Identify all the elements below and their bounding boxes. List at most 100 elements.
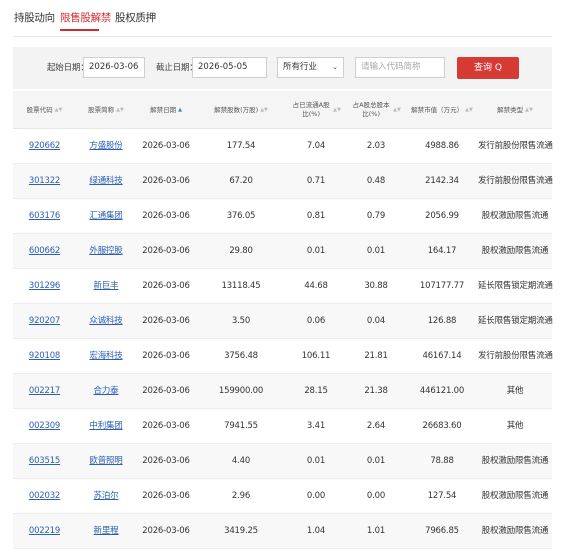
unlock-type-cell: 股权激励限售流通 <box>481 456 549 466</box>
table-row: 920108 宏海科技 2026-03-06 3756.48 106.11 21.81 46… <box>13 339 553 374</box>
tab-restricted-unlock[interactable]: 限售股解禁 <box>60 10 111 25</box>
total-ratio-cell: 21.38 <box>364 386 388 396</box>
stock-search-input[interactable]: 请输入代码简称 <box>355 57 445 78</box>
stock-name-link[interactable]: 欧普照明 <box>76 444 136 479</box>
table-row: 603515 欧普照明 2026-03-06 4.40 0.01 0.01 78.88 股权激… <box>13 444 552 479</box>
header-stock-name[interactable]: 股票简称 ▲▼ <box>76 91 136 129</box>
header-label: 解禁股数(万股) <box>214 105 259 114</box>
unlock-date-cell: 2026-03-06 <box>142 351 190 361</box>
stock-code-link[interactable]: 920207 <box>13 304 76 339</box>
unlock-date-cell: 2026-03-06 <box>142 176 190 186</box>
unlock-type-cell: 发行前股份限售流通 <box>478 351 553 361</box>
unlock-value-cell: 7966.85 <box>425 526 459 536</box>
header-total-ratio[interactable]: 占A股总股本比(%) ▲▼ <box>346 91 406 129</box>
stock-name-link[interactable]: 苏泊尔 <box>76 479 136 514</box>
stock-code-link[interactable]: 002217 <box>13 374 76 409</box>
stock-name-link[interactable]: 汇通集团 <box>76 199 136 234</box>
stock-code-link[interactable]: 002032 <box>13 479 76 514</box>
industry-select-value: 所有行业 <box>283 62 318 72</box>
header-label: 解禁市值（万元） <box>411 105 464 114</box>
float-ratio-cell: 1.04 <box>306 526 326 536</box>
table-row: 002219 新里程 2026-03-06 3419.25 1.04 1.01 7966.8… <box>13 514 552 549</box>
stock-code-link[interactable]: 603176 <box>13 199 76 234</box>
float-ratio-cell: 0.81 <box>306 211 326 221</box>
stock-name-link[interactable]: 中利集团 <box>76 409 136 444</box>
stock-code-link[interactable]: 600662 <box>13 234 76 269</box>
unlock-shares-cell: 3756.48 <box>224 351 258 361</box>
total-ratio-cell: 0.79 <box>366 211 386 221</box>
unlock-date-cell: 2026-03-06 <box>142 386 190 396</box>
unlock-shares-cell: 376.05 <box>226 211 256 221</box>
float-ratio-cell: 0.01 <box>306 456 326 466</box>
unlock-type-cell: 延长限售锁定期流通 <box>478 316 553 326</box>
unlock-type-cell: 股权激励限售流通 <box>481 491 549 501</box>
unlock-date-cell: 2026-03-06 <box>142 526 190 536</box>
header-float-ratio[interactable]: 占已流通A股比(%) ▲▼ <box>286 91 346 129</box>
header-unlock-date[interactable]: 解禁日期 ▲ <box>136 91 196 129</box>
unlock-shares-cell: 7941.55 <box>224 421 258 431</box>
stock-name-link[interactable]: 方盛股份 <box>76 129 136 164</box>
unlock-value-cell: 446121.00 <box>419 386 465 396</box>
sort-icon: ▲▼ <box>393 106 401 113</box>
stock-name-link[interactable]: 合力泰 <box>76 374 136 409</box>
stock-code-link[interactable]: 920108 <box>13 339 76 374</box>
tab-equity-pledge[interactable]: 股权质押 <box>115 10 156 25</box>
unlock-type-cell: 发行前股份限售流通 <box>478 176 553 186</box>
start-date-input[interactable]: 2026-03-06 <box>83 57 145 78</box>
unlock-date-cell: 2026-03-06 <box>142 281 190 291</box>
stock-code-link[interactable]: 002309 <box>13 409 76 444</box>
unlock-type-cell: 延长限售锁定期流通 <box>478 281 553 291</box>
stock-code-link[interactable]: 603515 <box>13 444 76 479</box>
header-label: 解禁类型 <box>497 105 524 114</box>
total-ratio-cell: 1.01 <box>366 526 386 536</box>
total-ratio-cell: 0.48 <box>366 176 386 186</box>
header-unlock-value[interactable]: 解禁市值（万元） ▲▼ <box>406 91 478 129</box>
unlock-value-cell: 2142.34 <box>425 176 459 186</box>
total-ratio-cell: 21.81 <box>364 351 388 361</box>
unlock-value-cell: 26683.60 <box>422 421 462 431</box>
table-row: 002032 苏泊尔 2026-03-06 2.96 0.00 0.00 127.54 股权激… <box>13 479 552 514</box>
unlock-type-cell: 发行前股份限售流通 <box>478 141 553 151</box>
header-unlock-shares[interactable]: 解禁股数(万股) ▲▼ <box>196 91 286 129</box>
table-row: 301322 绿通科技 2026-03-06 67.20 0.71 0.48 2142.34… <box>13 164 553 199</box>
unlock-shares-cell: 177.54 <box>226 141 256 151</box>
float-ratio-cell: 28.15 <box>304 386 328 396</box>
unlock-value-cell: 127.54 <box>427 491 457 501</box>
stock-code-link[interactable]: 301296 <box>13 269 76 304</box>
tab-divider <box>13 36 552 37</box>
stock-name-link[interactable]: 众诚科技 <box>76 304 136 339</box>
tab-holdings[interactable]: 持股动向 <box>14 10 55 25</box>
unlock-type-cell: 股权激励限售流通 <box>481 526 549 536</box>
industry-select[interactable]: 所有行业 ⌄ <box>277 57 344 78</box>
stock-name-link[interactable]: 新巨丰 <box>76 269 136 304</box>
stock-name-link[interactable]: 新里程 <box>76 514 136 549</box>
header-unlock-type[interactable]: 解禁类型 ▲▼ <box>478 91 552 129</box>
float-ratio-cell: 3.41 <box>306 421 326 431</box>
unlock-date-cell: 2026-03-06 <box>142 421 190 431</box>
unlock-type-cell: 股权激励限售流通 <box>481 211 549 221</box>
sort-icon: ▲▼ <box>260 106 268 113</box>
table-row: 920662 方盛股份 2026-03-06 177.54 7.04 2.03 4988.8… <box>13 129 553 164</box>
sort-icon: ▲▼ <box>116 106 124 113</box>
float-ratio-cell: 0.01 <box>306 246 326 256</box>
end-date-input[interactable]: 2026-05-05 <box>192 57 267 78</box>
table-header: 股票代码 ▲▼ 股票简称 ▲▼ 解禁日期 ▲ 解禁股数(万股) ▲▼ 占已流通A股比(%… <box>13 91 552 129</box>
table-row: 600662 外服控股 2026-03-06 29.80 0.01 0.01 164.17 股… <box>13 234 552 269</box>
stock-name-link[interactable]: 宏海科技 <box>76 339 136 374</box>
total-ratio-cell: 0.00 <box>366 491 386 501</box>
sort-icon: ▲▼ <box>333 106 341 113</box>
stock-name-link[interactable]: 外服控股 <box>76 234 136 269</box>
unlock-value-cell: 126.88 <box>427 316 457 326</box>
stock-code-link[interactable]: 920662 <box>13 129 76 164</box>
unlock-shares-cell: 67.20 <box>229 176 253 186</box>
query-button[interactable]: 查询 Q <box>457 57 519 79</box>
stock-code-link[interactable]: 301322 <box>13 164 76 199</box>
unlock-value-cell: 4988.86 <box>425 141 459 151</box>
header-stock-code[interactable]: 股票代码 ▲▼ <box>13 91 76 129</box>
total-ratio-cell: 2.03 <box>366 141 386 151</box>
stock-code-link[interactable]: 002219 <box>13 514 76 549</box>
stock-name-link[interactable]: 绿通科技 <box>76 164 136 199</box>
header-label: 占A股总股本比(%) <box>352 101 390 118</box>
table-row: 002217 合力泰 2026-03-06 159900.00 28.15 21.38 44… <box>13 374 552 409</box>
unlock-type-cell: 其他 <box>506 421 524 431</box>
